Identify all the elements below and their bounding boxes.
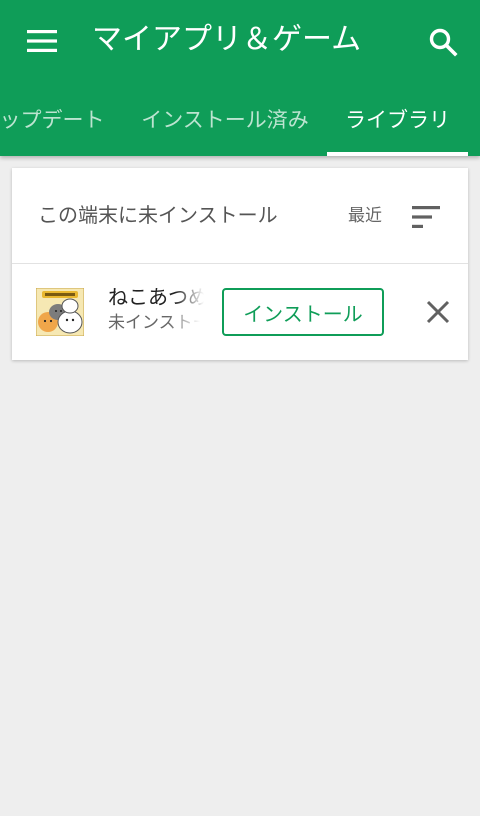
app-icon-neko-atsume[interactable] <box>35 287 85 337</box>
page-title: マイアプリ＆ゲーム <box>92 22 362 57</box>
list-item[interactable]: ねこあつめ 未インストール インストール <box>12 264 468 360</box>
search-icon[interactable] <box>420 20 466 64</box>
section-title: この端末に未インストール <box>38 203 278 227</box>
tab-library-label: ライブラリ <box>345 108 450 132</box>
install-button[interactable]: インストール <box>222 288 384 336</box>
app-status: 未インストール <box>108 313 200 333</box>
tab-installed[interactable]: インストール済み <box>128 82 322 156</box>
library-card-header: この端末に未インストール 最近 <box>12 168 468 264</box>
sort-label[interactable]: 最近 <box>348 204 382 228</box>
tab-updates-label: ップデート <box>0 108 105 132</box>
library-card: この端末に未インストール 最近 ねこあつめ 未インスト インストール <box>12 168 468 360</box>
active-tab-indicator <box>327 152 468 156</box>
toolbar: マイアプリ＆ゲーム <box>0 0 480 82</box>
tab-installed-label: インストール済み <box>141 108 309 132</box>
install-button-label: インストール <box>243 301 363 326</box>
tab-bar: ップデート インストール済み ライブラリ <box>0 82 480 156</box>
tab-library[interactable]: ライブラリ <box>327 82 468 156</box>
app-bar: マイアプリ＆ゲーム ップデート インストール済み ライブラリ <box>0 0 480 156</box>
close-icon[interactable] <box>416 290 460 334</box>
app-name: ねこあつめ <box>108 285 204 309</box>
hamburger-menu-icon[interactable] <box>20 21 64 61</box>
tab-updates[interactable]: ップデート <box>0 82 110 156</box>
sort-icon[interactable] <box>408 200 446 234</box>
